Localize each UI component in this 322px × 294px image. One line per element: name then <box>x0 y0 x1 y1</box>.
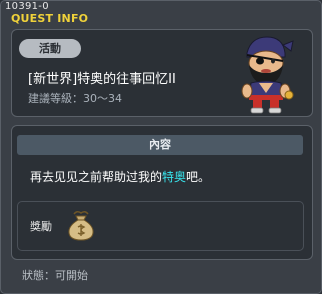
window-title: QUEST INFO <box>11 12 89 25</box>
quest-info-window: 10391-0 QUEST INFO 活動 [新世界]特奥的往事回忆II 建議等… <box>0 0 322 294</box>
pirate-npc-icon <box>241 36 294 114</box>
content-header: 內容 <box>17 135 303 155</box>
reward-label: 獎勵 <box>30 220 52 233</box>
quest-status: 狀態：可開始 <box>22 269 88 282</box>
quest-id: 10391-0 <box>5 1 49 12</box>
reward-box <box>17 201 304 251</box>
money-bag-icon[interactable] <box>64 208 98 242</box>
description-text: 再去见见之前帮助过我的 <box>30 170 163 184</box>
quest-title: [新世界]特奥的往事回忆II <box>28 72 176 87</box>
description-text-end: 吧。 <box>186 170 211 184</box>
npc-name-highlight: 特奥 <box>162 170 187 184</box>
level-requirement: 建議等級：30～34 <box>28 92 122 105</box>
quest-description: 再去见见之前帮助过我的特奥吧。 <box>30 168 210 185</box>
category-badge: 活動 <box>19 39 81 58</box>
